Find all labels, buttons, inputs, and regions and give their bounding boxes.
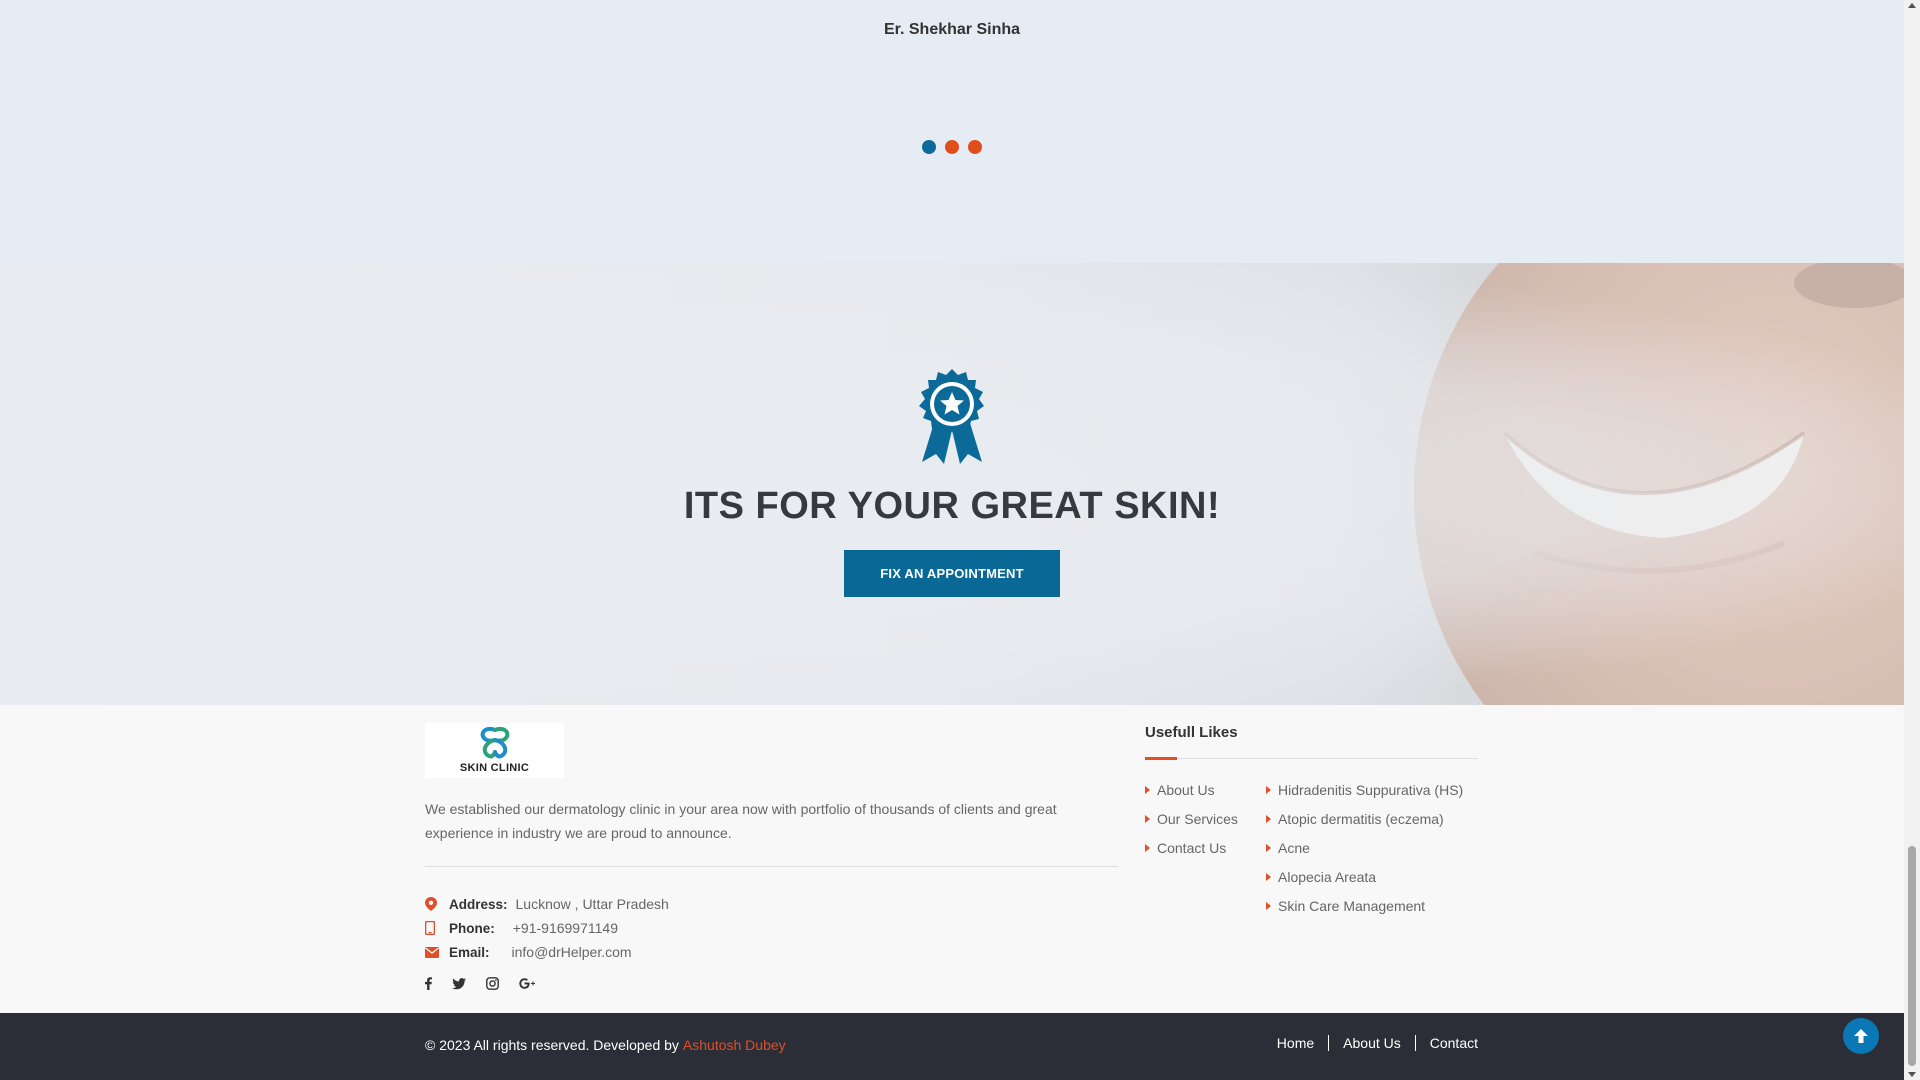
footer-link-label: Contact Us bbox=[1157, 839, 1227, 856]
footer-divider bbox=[425, 866, 1118, 867]
fix-appointment-button[interactable]: FIX AN APPOINTMENT bbox=[844, 550, 1060, 597]
footer-link-our-services[interactable]: Our Services bbox=[1145, 804, 1238, 833]
caret-right-icon bbox=[1145, 843, 1150, 852]
address-value: Lucknow , Uttar Pradesh bbox=[515, 896, 669, 912]
useful-links-rule-accent bbox=[1145, 757, 1177, 760]
contact-address: Address: Lucknow , Uttar Pradesh bbox=[425, 892, 669, 916]
useful-links-primary: About Us Our Services Contact Us bbox=[1145, 775, 1238, 862]
caret-right-icon bbox=[1145, 814, 1150, 823]
contact-phone: Phone: +91-9169971149 bbox=[425, 916, 669, 940]
back-to-top-button[interactable] bbox=[1843, 1018, 1879, 1054]
twitter-icon[interactable] bbox=[452, 977, 466, 990]
arrow-up-icon bbox=[1854, 1029, 1868, 1043]
carousel-dot-3[interactable] bbox=[968, 140, 982, 154]
footer-link-label: Skin Care Management bbox=[1278, 897, 1426, 914]
copyright-label: © 2023 All rights reserved. Developed by bbox=[425, 1037, 679, 1053]
developer-link[interactable]: Ashutosh Dubey bbox=[683, 1037, 786, 1053]
caret-right-icon bbox=[1266, 843, 1271, 852]
footer-link-about-us[interactable]: About Us bbox=[1145, 775, 1238, 804]
email-label: Email: bbox=[449, 944, 490, 960]
envelope-icon bbox=[425, 946, 449, 958]
footer-nav-contact[interactable]: Contact bbox=[1430, 1035, 1478, 1051]
mobile-phone-icon bbox=[425, 921, 449, 935]
footer-link-skin-care[interactable]: Skin Care Management bbox=[1266, 891, 1463, 920]
contact-email: Email: info@drHelper.com bbox=[425, 940, 669, 964]
about-text: We established our dermatology clinic in… bbox=[425, 801, 1057, 841]
carousel-dot-2[interactable] bbox=[945, 140, 959, 154]
clinic-logo[interactable]: SKIN CLINIC bbox=[425, 723, 564, 778]
footer-link-label: Hidradenitis Suppurativa (HS) bbox=[1278, 781, 1464, 798]
copyright-text: © 2023 All rights reserved. Developed by… bbox=[425, 1037, 786, 1053]
caret-right-icon bbox=[1266, 814, 1271, 823]
footer-link-atopic-dermatitis[interactable]: Atopic dermatitis (eczema) bbox=[1266, 804, 1463, 833]
caret-right-icon bbox=[1266, 785, 1271, 794]
scrollbar-thumb[interactable] bbox=[1908, 846, 1916, 1066]
instagram-icon[interactable] bbox=[486, 977, 499, 990]
useful-links-conditions: Hidradenitis Suppurativa (HS) Atopic der… bbox=[1266, 775, 1463, 920]
banner-title: ITS FOR YOUR GREAT SKIN! bbox=[683, 485, 1221, 527]
email-value[interactable]: info@drHelper.com bbox=[512, 944, 632, 960]
footer-link-hidradenitis[interactable]: Hidradenitis Suppurativa (HS) bbox=[1266, 775, 1463, 804]
map-pin-icon bbox=[425, 897, 449, 911]
banner-overlay bbox=[0, 263, 1904, 705]
cta-banner: ITS FOR YOUR GREAT SKIN! FIX AN APPOINTM… bbox=[0, 263, 1904, 705]
carousel-dots bbox=[0, 140, 1904, 154]
footer-nav: Home About Us Contact bbox=[1277, 1035, 1478, 1051]
testimonial-section: Er. Shekhar Sinha bbox=[0, 0, 1904, 263]
logo-text: SKIN CLINIC bbox=[459, 762, 530, 774]
footer-bottom-bar: © 2023 All rights reserved. Developed by… bbox=[0, 1013, 1904, 1080]
phone-label: Phone: bbox=[449, 920, 495, 936]
carousel-dot-1[interactable] bbox=[922, 140, 936, 154]
page-scrollbar[interactable] bbox=[1904, 0, 1920, 1080]
site-footer: SKIN CLINIC We established our dermatolo… bbox=[0, 705, 1904, 1013]
footer-link-label: About Us bbox=[1157, 781, 1215, 798]
scroll-up-arrow-icon[interactable] bbox=[1908, 3, 1916, 8]
testimonial-author: Er. Shekhar Sinha bbox=[883, 21, 1021, 38]
award-ribbon-star-icon bbox=[919, 369, 984, 464]
google-plus-icon[interactable] bbox=[519, 978, 536, 989]
footer-link-acne[interactable]: Acne bbox=[1266, 833, 1463, 862]
social-links bbox=[425, 977, 536, 990]
footer-link-label: Alopecia Areata bbox=[1278, 868, 1377, 885]
footer-link-label: Our Services bbox=[1157, 810, 1238, 827]
caret-right-icon bbox=[1145, 785, 1150, 794]
facebook-icon[interactable] bbox=[425, 977, 432, 990]
footer-nav-home[interactable]: Home bbox=[1277, 1035, 1314, 1051]
footer-link-alopecia[interactable]: Alopecia Areata bbox=[1266, 862, 1463, 891]
contact-info: Address: Lucknow , Uttar Pradesh Phone: … bbox=[425, 892, 669, 964]
caret-right-icon bbox=[1266, 872, 1271, 881]
caret-right-icon bbox=[1266, 901, 1271, 910]
address-label: Address: bbox=[449, 896, 508, 912]
footer-link-contact-us[interactable]: Contact Us bbox=[1145, 833, 1238, 862]
footer-link-label: Acne bbox=[1278, 839, 1310, 856]
useful-links-title: Usefull Likes bbox=[1145, 724, 1238, 741]
footer-link-label: Atopic dermatitis (eczema) bbox=[1278, 810, 1444, 827]
phone-value[interactable]: +91-9169971149 bbox=[513, 920, 618, 936]
nav-separator bbox=[1328, 1035, 1330, 1051]
logo-mark-icon bbox=[480, 727, 510, 759]
scroll-down-arrow-icon[interactable] bbox=[1908, 1072, 1916, 1077]
nav-separator bbox=[1414, 1035, 1416, 1051]
footer-nav-about-us[interactable]: About Us bbox=[1343, 1035, 1401, 1051]
useful-links-rule bbox=[1145, 758, 1478, 759]
